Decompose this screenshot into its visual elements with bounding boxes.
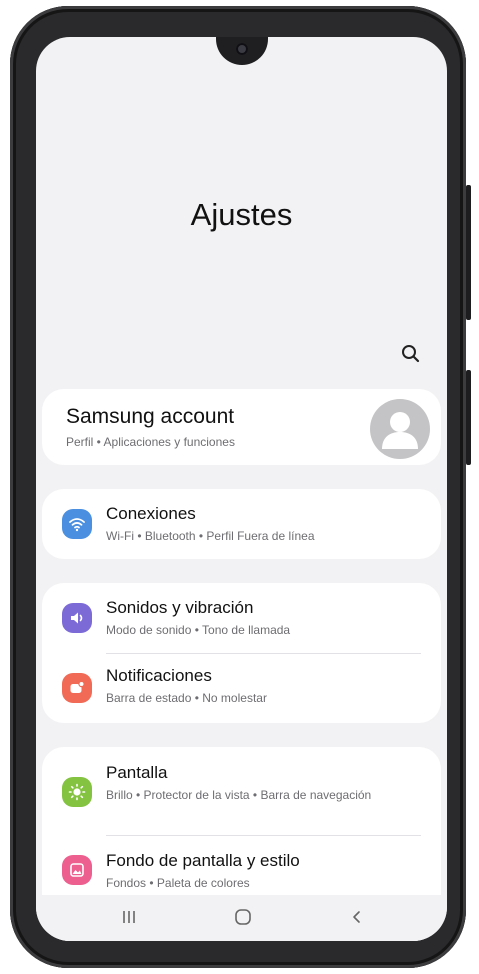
- home-button[interactable]: [228, 905, 258, 929]
- settings-item-sonidos[interactable]: Sonidos y vibración Modo de sonido • Ton…: [42, 583, 441, 653]
- person-icon: [382, 412, 418, 449]
- wifi-icon: [62, 509, 92, 539]
- back-icon: [353, 911, 360, 923]
- recent-apps-button[interactable]: [114, 905, 144, 929]
- samsung-account-card[interactable]: Samsung account Perfil • Aplicaciones y …: [42, 389, 441, 465]
- item-subtitle: Brillo • Protector de la vista • Barra d…: [106, 788, 372, 802]
- item-subtitle: Modo de sonido • Tono de llamada: [106, 623, 291, 637]
- navigation-bar: [36, 895, 447, 941]
- settings-screen: Ajustes Samsung account Perfil • Aplicac…: [36, 37, 447, 941]
- settings-item-conexiones[interactable]: Conexiones Wi-Fi • Bluetooth • Perfil Fu…: [42, 489, 441, 559]
- notification-icon: [62, 673, 92, 703]
- account-title: Samsung account: [66, 405, 235, 428]
- item-title: Sonidos y vibración: [106, 598, 254, 617]
- recent-apps-icon: [123, 911, 135, 923]
- settings-item-notificaciones[interactable]: Notificaciones Barra de estado • No mole…: [42, 653, 441, 723]
- connections-card: Conexiones Wi-Fi • Bluetooth • Perfil Fu…: [42, 489, 441, 559]
- item-subtitle: Fondos • Paleta de colores: [106, 876, 250, 890]
- settings-item-pantalla[interactable]: Pantalla Brillo • Protector de la vista …: [42, 747, 441, 835]
- power-key: [466, 370, 471, 465]
- home-icon: [235, 909, 251, 925]
- brightness-icon: [62, 777, 92, 807]
- phone-mockup: Ajustes Samsung account Perfil • Aplicac…: [0, 0, 479, 974]
- sounds-notifications-card: Sonidos y vibración Modo de sonido • Ton…: [42, 583, 441, 723]
- item-title: Pantalla: [106, 763, 168, 782]
- front-camera: [236, 43, 248, 55]
- volume-key: [466, 185, 471, 320]
- item-subtitle: Wi-Fi • Bluetooth • Perfil Fuera de líne…: [106, 529, 315, 543]
- volume-icon: [62, 603, 92, 633]
- item-title: Notificaciones: [106, 666, 212, 685]
- account-subtitle: Perfil • Aplicaciones y funciones: [66, 435, 235, 449]
- wallpaper-icon: [62, 855, 92, 885]
- page-title: Ajustes: [190, 197, 293, 232]
- item-subtitle: Barra de estado • No molestar: [106, 691, 267, 705]
- item-title: Conexiones: [106, 504, 196, 523]
- search-button[interactable]: [398, 341, 424, 367]
- back-button[interactable]: [342, 905, 372, 929]
- search-icon: [402, 345, 420, 363]
- item-title: Fondo de pantalla y estilo: [106, 851, 300, 870]
- avatar[interactable]: [370, 399, 430, 459]
